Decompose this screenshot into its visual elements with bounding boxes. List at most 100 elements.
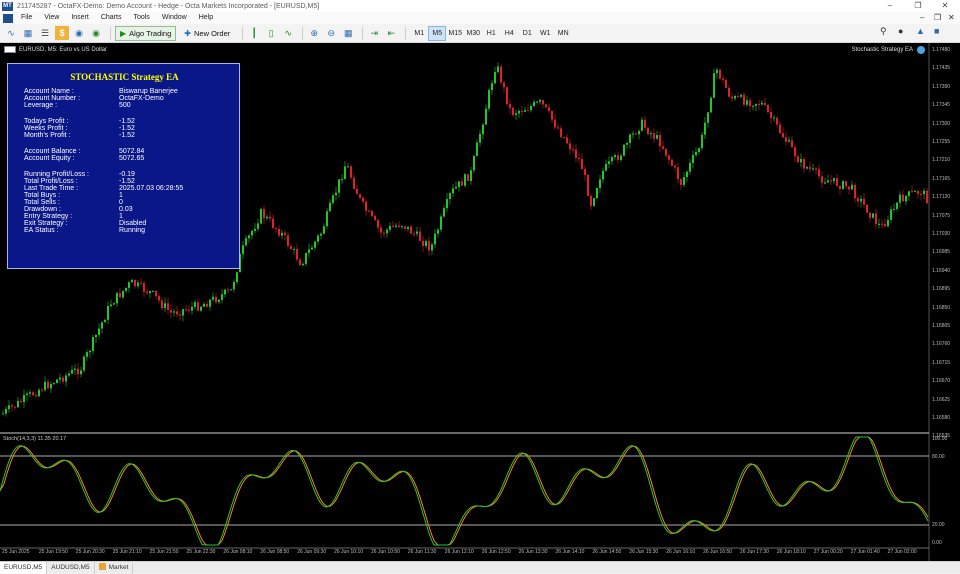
candle (842, 179, 844, 190)
menu-view[interactable]: View (38, 12, 65, 24)
candle (308, 243, 310, 258)
candle (767, 103, 769, 114)
zoom-out-icon[interactable]: ⊖ (324, 26, 338, 40)
tab-eurusd[interactable]: EURUSD,M5 (0, 561, 48, 574)
minimize-icon[interactable]: – (880, 0, 900, 12)
menu-file[interactable]: File (15, 12, 38, 24)
candle (473, 154, 475, 174)
panel-row-value: 0.03 (119, 206, 133, 213)
candle (413, 230, 415, 238)
candle (557, 123, 559, 130)
timeframe-h4[interactable]: H4 (500, 26, 518, 41)
candle (752, 105, 754, 111)
chart-type-icon[interactable]: ∿ (4, 26, 18, 40)
candle (59, 373, 61, 384)
close-icon[interactable]: ✕ (935, 0, 955, 12)
candle (32, 390, 34, 397)
candle (170, 304, 172, 318)
community-icon[interactable]: ■ (934, 26, 939, 36)
close-child-icon[interactable]: ✕ (948, 12, 955, 24)
line-chart-icon[interactable]: ∿ (281, 26, 295, 40)
candle (161, 297, 163, 311)
menu-insert[interactable]: Insert (65, 12, 95, 24)
candle (758, 99, 760, 110)
new-order-button[interactable]: ✚ New Order (179, 26, 235, 41)
candle (215, 293, 217, 305)
algo-trading-button[interactable]: ▶ Algo Trading (115, 25, 177, 41)
chart-shift-icon[interactable]: ⇤ (384, 26, 398, 40)
panel-row-label: Account Balance : (24, 148, 81, 155)
menu-help[interactable]: Help (193, 12, 219, 24)
candle (503, 80, 505, 93)
minimize-child-icon[interactable]: – (920, 12, 924, 24)
candlestick-icon[interactable]: ▯ (264, 26, 278, 40)
candle (212, 292, 214, 302)
time-tick-label: 25 Jun 19:50 (38, 549, 68, 555)
time-tick-label: 26 Jun 11:30 (407, 549, 437, 555)
panel-row-label: Total Profit/Loss : (24, 178, 78, 185)
autoscroll-icon[interactable]: ⇥ (367, 26, 381, 40)
time-tick-label: 25 Jun 21:10 (112, 549, 142, 555)
candle (179, 310, 181, 321)
menu-tools[interactable]: Tools (127, 12, 155, 24)
candle (125, 287, 127, 294)
bar-chart-icon[interactable]: ┃ (247, 26, 261, 40)
price-tick-label: 1.16670 (932, 378, 951, 385)
timeframe-w1[interactable]: W1 (536, 26, 554, 41)
candle (317, 234, 319, 245)
profiles-icon[interactable]: ☰ (38, 26, 52, 40)
candle (857, 194, 859, 207)
menu-charts[interactable]: Charts (95, 12, 128, 24)
candle (242, 240, 244, 260)
user-icon[interactable]: ● (898, 26, 903, 36)
candle (887, 215, 889, 228)
candle (572, 145, 574, 154)
price-tick-label: 1.17210 (932, 157, 951, 164)
candle (671, 158, 673, 167)
timeframe-mn[interactable]: MN (554, 26, 572, 41)
candle (608, 156, 610, 168)
candle (194, 299, 196, 310)
candle (419, 226, 421, 242)
chart-template-icon[interactable]: ▦ (21, 26, 35, 40)
timeframe-m15[interactable]: M15 (446, 26, 464, 41)
candle (263, 205, 265, 225)
candle (53, 382, 55, 386)
tab-audusd[interactable]: AUDUSD,M5 (47, 561, 95, 574)
candle (332, 193, 334, 206)
timeframe-d1[interactable]: D1 (518, 26, 536, 41)
candle (281, 229, 283, 240)
timeframe-m30[interactable]: M30 (464, 26, 482, 41)
candle (515, 110, 517, 120)
candle (878, 218, 880, 229)
panel-row-value: -1.52 (119, 178, 135, 185)
candle (881, 218, 883, 229)
candle (197, 298, 199, 312)
navigator-icon[interactable]: ◉ (89, 26, 103, 40)
tab-market[interactable]: Market (95, 561, 134, 574)
candle (581, 153, 583, 170)
timeframe-h1[interactable]: H1 (482, 26, 500, 41)
ea-name-label[interactable]: Stochastic Strategy EA (852, 47, 913, 53)
candle (347, 162, 349, 168)
menu-window[interactable]: Window (156, 12, 193, 24)
search-icon[interactable]: ⚲ (880, 26, 887, 37)
candle (74, 364, 76, 376)
candle (476, 139, 478, 157)
candle (221, 289, 223, 304)
restore-child-icon[interactable]: ❐ (934, 12, 941, 24)
timeframe-m5[interactable]: M5 (428, 25, 447, 41)
restore-icon[interactable]: ❐ (908, 0, 928, 12)
timeframe-m1[interactable]: M1 (410, 26, 428, 41)
candle (530, 103, 532, 113)
candle (680, 178, 682, 191)
tile-windows-icon[interactable]: ▦ (341, 26, 355, 40)
time-tick-label: 26 Jun 16:50 (703, 549, 733, 555)
signals-icon[interactable]: ▲ (916, 26, 925, 36)
candle (236, 271, 238, 285)
zoom-in-icon[interactable]: ⊕ (307, 26, 321, 40)
candle (362, 196, 364, 205)
dollar-icon[interactable]: $ (55, 26, 69, 40)
candle (272, 214, 274, 230)
market-watch-icon[interactable]: ◉ (72, 26, 86, 40)
